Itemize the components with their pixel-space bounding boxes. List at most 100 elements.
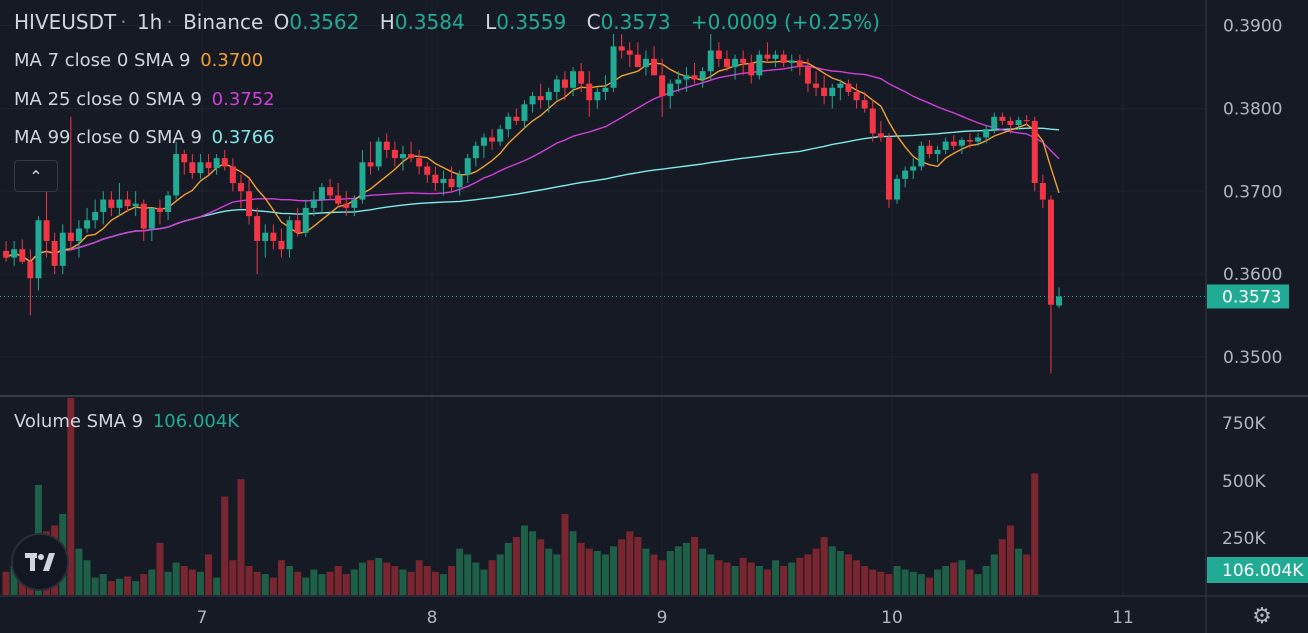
volume-bar bbox=[423, 566, 431, 595]
collapse-legend-button[interactable]: ⌃ bbox=[14, 160, 58, 192]
candle-body bbox=[740, 58, 747, 63]
volume-bar bbox=[715, 560, 723, 595]
volume-tick-label: 750K bbox=[1222, 414, 1266, 434]
volume-bar bbox=[998, 539, 1006, 595]
candle-body bbox=[327, 187, 334, 196]
candle-body bbox=[165, 195, 172, 212]
volume-bar bbox=[869, 569, 877, 595]
candle-body bbox=[667, 83, 674, 97]
candle-body bbox=[140, 203, 147, 229]
candle-body bbox=[966, 139, 973, 142]
volume-bar bbox=[342, 574, 350, 595]
candle bbox=[327, 178, 334, 200]
volume-bar bbox=[529, 531, 537, 595]
candle bbox=[902, 166, 909, 188]
volume-bar bbox=[480, 569, 488, 595]
volume-bar bbox=[844, 554, 852, 595]
candle-body bbox=[877, 133, 884, 138]
candle-body bbox=[715, 50, 722, 59]
candle-body bbox=[683, 75, 690, 80]
candle-body bbox=[829, 87, 836, 97]
volume-bar bbox=[124, 576, 132, 595]
candle-body bbox=[869, 108, 876, 134]
volume-bar bbox=[626, 531, 634, 595]
candle-body bbox=[732, 58, 739, 68]
candle-body bbox=[92, 211, 99, 221]
candle bbox=[375, 137, 382, 171]
volume-bar bbox=[310, 569, 318, 595]
volume-bar bbox=[772, 560, 780, 595]
volume-bar bbox=[925, 577, 933, 595]
symbol-name[interactable]: HIVEUSDT bbox=[14, 10, 116, 34]
candle-body bbox=[618, 46, 625, 51]
ma7-legend[interactable]: MA 7 close 0 SMA 9 0.3700 bbox=[14, 50, 267, 71]
price-tick-label: 0.3500 bbox=[1223, 348, 1282, 368]
candle-body bbox=[513, 116, 520, 121]
volume-bar bbox=[950, 562, 958, 595]
candle-body bbox=[343, 203, 350, 208]
candle-body bbox=[19, 249, 26, 262]
open-value: 0.3562 bbox=[289, 10, 360, 34]
candle-body bbox=[318, 187, 325, 200]
candle bbox=[894, 174, 901, 204]
candle-body bbox=[286, 220, 293, 250]
candle bbox=[918, 141, 925, 171]
volume-bar bbox=[115, 578, 123, 595]
volume-bar bbox=[196, 571, 204, 595]
volume-legend[interactable]: Volume SMA 9 106.004K bbox=[14, 411, 243, 432]
candle-body bbox=[910, 166, 917, 171]
ma7-value: 0.3700 bbox=[200, 50, 264, 71]
candle-body bbox=[780, 54, 787, 63]
candle-body bbox=[391, 149, 398, 159]
gear-icon[interactable]: ⚙ bbox=[1248, 603, 1276, 631]
volume-bar bbox=[1031, 473, 1039, 595]
volume-bar bbox=[958, 560, 966, 595]
candle bbox=[634, 42, 641, 68]
candle-body bbox=[521, 104, 528, 121]
volume-bar bbox=[974, 574, 982, 595]
candle bbox=[756, 50, 763, 80]
volume-bar bbox=[132, 581, 140, 595]
volume-bar bbox=[294, 571, 302, 595]
candle bbox=[246, 178, 253, 225]
candle bbox=[489, 129, 496, 150]
volume-bar bbox=[302, 577, 310, 595]
candle bbox=[796, 54, 803, 76]
chevron-up-icon: ⌃ bbox=[29, 166, 43, 186]
tradingview-logo-icon[interactable] bbox=[11, 533, 69, 591]
candle-body bbox=[464, 158, 471, 175]
price-tick-label: 0.3700 bbox=[1223, 182, 1282, 202]
volume-bar bbox=[593, 550, 601, 595]
volume-bar bbox=[804, 554, 812, 595]
volume-bar bbox=[504, 542, 512, 595]
volume-bar bbox=[828, 546, 836, 595]
candle-body bbox=[43, 220, 50, 241]
candle bbox=[651, 46, 658, 76]
candle-body bbox=[570, 71, 577, 88]
volume-bar bbox=[618, 539, 626, 595]
candle-body bbox=[505, 116, 512, 130]
candle-body bbox=[756, 54, 763, 76]
ma99-legend[interactable]: MA 99 close 0 SMA 9 0.3766 bbox=[14, 127, 279, 148]
volume-bar bbox=[1023, 554, 1031, 595]
candle-body bbox=[456, 174, 463, 188]
candle-body bbox=[853, 91, 860, 101]
volume-bar bbox=[188, 569, 196, 595]
candle-body bbox=[51, 240, 58, 266]
ma25-legend[interactable]: MA 25 close 0 SMA 9 0.3752 bbox=[14, 89, 279, 110]
volume-bar bbox=[820, 537, 828, 595]
price-tick-label: 0.3600 bbox=[1223, 265, 1282, 285]
volume-bar bbox=[431, 571, 439, 595]
interval[interactable]: 1h bbox=[137, 10, 162, 34]
candle bbox=[497, 125, 504, 146]
ma99-label: MA 99 close 0 SMA 9 bbox=[14, 127, 202, 148]
volume-bar bbox=[99, 574, 107, 595]
candle-body bbox=[626, 50, 633, 55]
candle-body bbox=[237, 183, 244, 192]
volume-bar bbox=[229, 560, 237, 595]
candle bbox=[148, 207, 155, 241]
volume-bar bbox=[448, 566, 456, 595]
volume-bar bbox=[261, 574, 269, 595]
volume-bar bbox=[739, 557, 747, 595]
candle bbox=[869, 100, 876, 142]
